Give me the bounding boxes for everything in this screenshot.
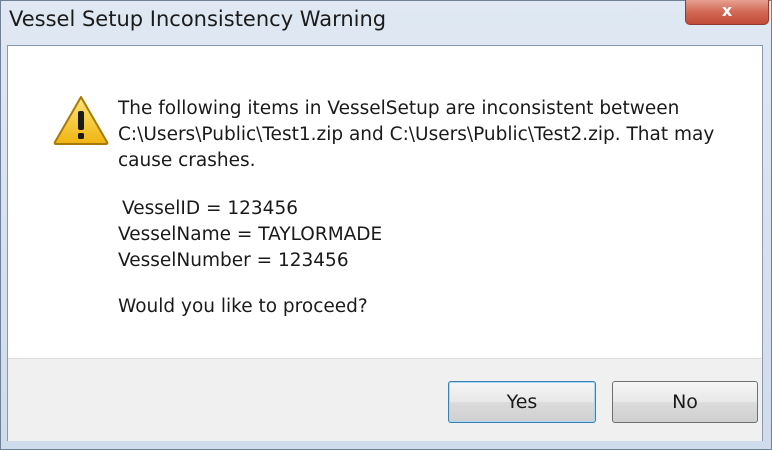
item-vessel-name: VesselName = TAYLORMADE <box>118 224 383 245</box>
inconsistent-items-list: VesselID = 123456 VesselName = TAYLORMAD… <box>118 196 738 274</box>
dialog-window: Vessel Setup Inconsistency Warning x The… <box>0 0 772 450</box>
no-button[interactable]: No <box>612 381 758 423</box>
title-bar[interactable]: Vessel Setup Inconsistency Warning x <box>1 0 771 45</box>
window-title: Vessel Setup Inconsistency Warning <box>9 7 387 31</box>
item-vessel-id: VesselID = 123456 <box>122 198 298 219</box>
item-vessel-number: VesselNumber = 123456 <box>118 250 349 271</box>
message-area: The following items in VesselSetup are i… <box>8 46 762 358</box>
warning-triangle-icon <box>53 96 109 145</box>
button-bar: Yes No <box>8 358 762 441</box>
message-text: The following items in VesselSetup are i… <box>118 96 738 320</box>
message-line: The following items in VesselSetup are i… <box>118 98 680 119</box>
yes-button[interactable]: Yes <box>448 381 596 423</box>
message-line: C:\Users\Public\Test1.zip and C:\Users\P… <box>118 124 715 145</box>
close-icon: x <box>721 1 733 20</box>
message-line: cause crashes. <box>118 150 256 171</box>
proceed-question: Would you like to proceed? <box>118 296 368 317</box>
dialog-client-area: The following items in VesselSetup are i… <box>7 45 763 441</box>
close-button[interactable]: x <box>685 0 769 25</box>
